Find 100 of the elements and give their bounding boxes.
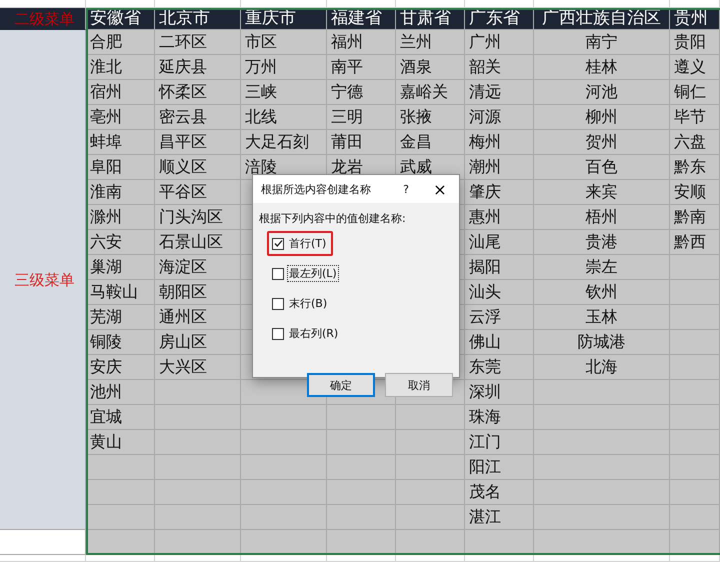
table-cell: 兰州 <box>396 30 465 55</box>
table-cell: 东莞 <box>465 355 534 380</box>
table-cell: 肇庆 <box>465 180 534 205</box>
table-cell: 万州 <box>241 55 327 80</box>
table-cell: 淮北 <box>86 55 155 80</box>
table-cell: 贵港 <box>534 230 670 255</box>
table-cell: 黔南 <box>670 205 720 230</box>
ok-button[interactable]: 确定 <box>307 373 375 397</box>
table-cell <box>396 480 465 505</box>
column-header: 甘肃省 <box>396 8 465 30</box>
table-cell: 云浮 <box>465 305 534 330</box>
table-cell: 二环区 <box>155 30 241 55</box>
row-label: 二级菜单 <box>0 8 86 30</box>
table-cell <box>327 505 396 530</box>
table-cell: 崇左 <box>534 255 670 280</box>
row-label: 三级菜单 <box>0 30 86 530</box>
table-cell: 福州 <box>327 30 396 55</box>
table-cell: 百色 <box>534 155 670 180</box>
table-cell: 昌平区 <box>155 130 241 155</box>
table-cell: 河池 <box>534 80 670 105</box>
table-cell <box>670 255 720 280</box>
table-cell: 石景山区 <box>155 230 241 255</box>
table-cell: 通州区 <box>155 305 241 330</box>
table-cell: 北线 <box>241 105 327 130</box>
table-cell: 深圳 <box>465 380 534 405</box>
table-cell: 巢湖 <box>86 255 155 280</box>
table-cell: 张掖 <box>396 105 465 130</box>
table-cell: 湛江 <box>465 505 534 530</box>
table-cell: 黔东 <box>670 155 720 180</box>
table-cell: 淮南 <box>86 180 155 205</box>
table-cell: 柳州 <box>534 105 670 130</box>
table-cell: 市区 <box>241 30 327 55</box>
table-cell <box>670 280 720 305</box>
table-cell: 汕尾 <box>465 230 534 255</box>
column-header: 贵州 <box>670 8 720 30</box>
table-cell: 海淀区 <box>155 255 241 280</box>
table-cell: 南平 <box>327 55 396 80</box>
table-cell: 芜湖 <box>86 305 155 330</box>
table-cell: 韶关 <box>465 55 534 80</box>
checkbox[interactable] <box>272 238 284 250</box>
table-cell <box>327 405 396 430</box>
checkbox-label[interactable]: 最左列(L) <box>287 265 339 282</box>
table-cell: 佛山 <box>465 330 534 355</box>
table-cell <box>327 480 396 505</box>
table-cell <box>396 530 465 555</box>
table-cell: 朝阳区 <box>155 280 241 305</box>
cancel-button[interactable]: 取消 <box>385 373 453 397</box>
table-cell: 房山区 <box>155 330 241 355</box>
table-cell: 亳州 <box>86 105 155 130</box>
table-cell: 江门 <box>465 430 534 455</box>
checkbox[interactable] <box>272 268 284 280</box>
checkbox-label[interactable]: 最右列(R) <box>287 325 340 342</box>
table-cell <box>670 430 720 455</box>
table-cell: 合肥 <box>86 30 155 55</box>
table-cell: 桂林 <box>534 55 670 80</box>
table-cell: 阜阳 <box>86 155 155 180</box>
table-cell: 宿州 <box>86 80 155 105</box>
help-button[interactable]: ? <box>391 182 421 196</box>
table-cell <box>670 530 720 555</box>
table-cell <box>86 480 155 505</box>
table-cell: 三明 <box>327 105 396 130</box>
table-cell: 顺义区 <box>155 155 241 180</box>
table-cell: 平谷区 <box>155 180 241 205</box>
table-cell <box>327 455 396 480</box>
table-cell: 大兴区 <box>155 355 241 380</box>
table-cell: 毕节 <box>670 105 720 130</box>
table-cell: 蚌埠 <box>86 130 155 155</box>
table-cell <box>670 455 720 480</box>
table-cell: 宁德 <box>327 80 396 105</box>
table-cell <box>670 305 720 330</box>
table-cell: 遵义 <box>670 55 720 80</box>
checkbox-label[interactable]: 末行(B) <box>287 295 330 312</box>
table-cell: 铜仁 <box>670 80 720 105</box>
checkbox-label[interactable]: 首行(T) <box>287 235 328 252</box>
table-cell: 广州 <box>465 30 534 55</box>
table-cell: 黄山 <box>86 430 155 455</box>
table-cell: 铜陵 <box>86 330 155 355</box>
table-cell: 门头沟区 <box>155 205 241 230</box>
table-cell: 防城港 <box>534 330 670 355</box>
table-cell: 贵阳 <box>670 30 720 55</box>
checkbox[interactable] <box>272 328 284 340</box>
table-cell <box>670 380 720 405</box>
column-header: 广西壮族自治区 <box>534 8 670 30</box>
table-cell: 清远 <box>465 80 534 105</box>
table-cell: 安顺 <box>670 180 720 205</box>
table-cell: 莆田 <box>327 130 396 155</box>
table-cell: 池州 <box>86 380 155 405</box>
table-cell <box>86 455 155 480</box>
checkbox[interactable] <box>272 298 284 310</box>
table-cell: 南宁 <box>534 30 670 55</box>
table-cell: 阳江 <box>465 455 534 480</box>
table-cell <box>327 430 396 455</box>
table-cell <box>396 430 465 455</box>
table-cell: 惠州 <box>465 205 534 230</box>
table-cell <box>670 505 720 530</box>
table-cell: 宜城 <box>86 405 155 430</box>
table-cell: 贺州 <box>534 130 670 155</box>
table-cell: 六盘 <box>670 130 720 155</box>
table-cell: 梧州 <box>534 205 670 230</box>
table-cell: 玉林 <box>534 305 670 330</box>
